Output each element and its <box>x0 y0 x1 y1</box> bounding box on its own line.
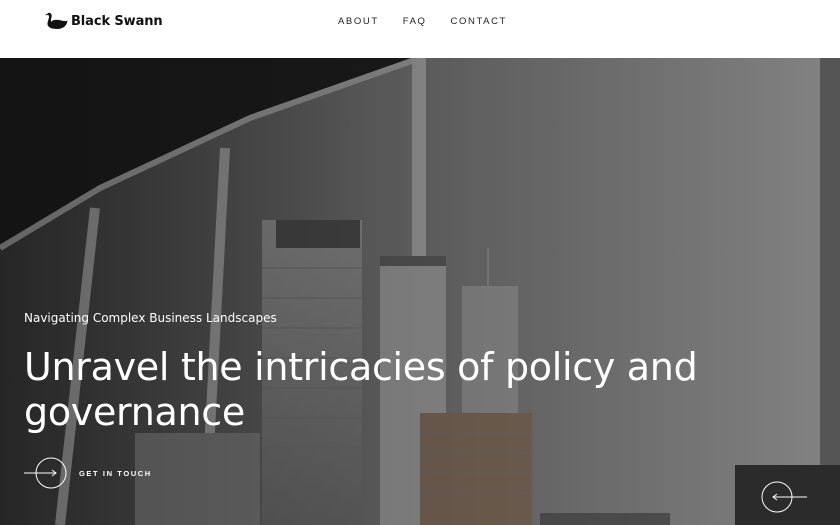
main-nav: ABOUT FAQ CONTACT <box>338 16 531 27</box>
circle-arrow-right-icon <box>24 457 67 489</box>
get-in-touch-label: GET IN TOUCH <box>79 468 152 478</box>
nav-about[interactable]: ABOUT <box>338 16 379 27</box>
hero-headline: Unravel the intricacies of policy and go… <box>24 345 698 434</box>
hero-section: Navigating Complex Business Landscapes U… <box>0 58 840 525</box>
hero-kicker: Navigating Complex Business Landscapes <box>24 311 277 325</box>
get-in-touch-button[interactable]: GET IN TOUCH <box>24 457 152 489</box>
hero-overlay <box>0 58 840 525</box>
slider-prev-button[interactable] <box>735 465 840 525</box>
site-header: Black Swann ABOUT FAQ CONTACT <box>0 0 840 58</box>
nav-faq[interactable]: FAQ <box>403 16 427 27</box>
circle-arrow-left-icon <box>761 481 807 513</box>
brand-name: Black Swann <box>71 13 163 29</box>
nav-contact[interactable]: CONTACT <box>451 16 507 27</box>
logo[interactable]: Black Swann <box>44 11 163 31</box>
swan-icon <box>45 12 68 29</box>
